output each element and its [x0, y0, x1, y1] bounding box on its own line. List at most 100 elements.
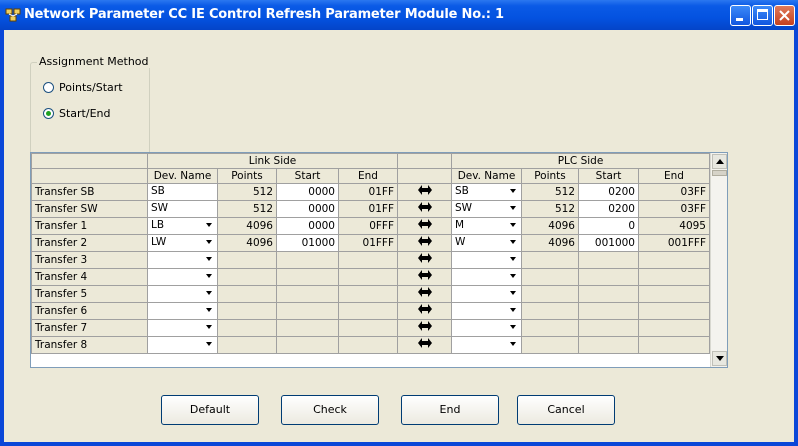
transfer-header	[397, 153, 452, 169]
start-cell[interactable]: 0200	[578, 200, 639, 218]
start-cell[interactable]	[578, 268, 639, 286]
start-cell[interactable]: 001000	[578, 234, 639, 252]
scroll-down-icon[interactable]	[712, 351, 727, 366]
start-cell[interactable]	[276, 285, 339, 303]
dropdown-arrow-icon[interactable]	[202, 287, 216, 299]
points-cell	[217, 251, 277, 269]
transfer-header	[397, 168, 452, 184]
scroll-thumb[interactable]	[712, 170, 727, 176]
start-cell[interactable]: 0	[578, 217, 639, 235]
dropdown-arrow-icon[interactable]	[506, 236, 520, 248]
start-cell[interactable]	[578, 319, 639, 337]
start-cell[interactable]: 0200	[578, 183, 639, 201]
dev-name-cell[interactable]	[147, 336, 218, 354]
start-cell[interactable]	[276, 268, 339, 286]
end-cell[interactable]: 01FF	[338, 200, 398, 218]
end-cell[interactable]: 001FFF	[638, 234, 710, 252]
dev-name-cell[interactable]	[147, 319, 218, 337]
dropdown-arrow-icon[interactable]	[202, 338, 216, 350]
points-cell	[217, 268, 277, 286]
link-side-header: Link Side	[147, 153, 398, 169]
dropdown-arrow-icon[interactable]	[506, 270, 520, 282]
check-button[interactable]: Check	[281, 395, 379, 425]
dropdown-arrow-icon[interactable]	[506, 338, 520, 350]
start-cell[interactable]	[578, 285, 639, 303]
end-cell	[338, 319, 398, 337]
cancel-button[interactable]: Cancel	[517, 395, 615, 425]
end-button[interactable]: End	[401, 395, 499, 425]
radio-points-start[interactable]: Points/Start	[43, 79, 123, 95]
end-cell[interactable]: 0FFF	[338, 217, 398, 235]
vertical-scrollbar[interactable]	[710, 153, 727, 367]
dropdown-arrow-icon[interactable]	[506, 304, 520, 316]
dropdown-arrow-icon[interactable]	[506, 219, 520, 231]
dropdown-arrow-icon[interactable]	[506, 321, 520, 333]
start-cell[interactable]: 0000	[276, 217, 339, 235]
end-cell[interactable]: 01FF	[338, 183, 398, 201]
maximize-icon[interactable]	[752, 5, 773, 26]
minimize-icon[interactable]	[730, 5, 751, 26]
dev-name-value: M	[455, 219, 465, 231]
start-cell[interactable]	[276, 251, 339, 269]
start-cell[interactable]	[578, 336, 639, 354]
radio-button[interactable]	[43, 81, 54, 93]
title-bar[interactable]: Network Parameter CC IE Control Refresh …	[0, 0, 798, 30]
start-cell[interactable]: 01000	[276, 234, 339, 252]
dev-name-cell[interactable]	[451, 302, 522, 320]
dev-name-cell[interactable]	[147, 302, 218, 320]
dev-name-value: SW	[151, 202, 169, 214]
dev-name-cell[interactable]: SB	[147, 183, 218, 201]
dev-name-cell[interactable]	[451, 285, 522, 303]
end-cell[interactable]: 03FF	[638, 200, 710, 218]
dev-name-cell[interactable]: SW	[451, 200, 522, 218]
dev-name-cell[interactable]: W	[451, 234, 522, 252]
dropdown-arrow-icon[interactable]	[506, 287, 520, 299]
end-cell	[638, 336, 710, 354]
dev-name-cell[interactable]: LW	[147, 234, 218, 252]
end-cell[interactable]: 4095	[638, 217, 710, 235]
default-button[interactable]: Default	[161, 395, 259, 425]
end-cell[interactable]: 01FFF	[338, 234, 398, 252]
dev-name-cell[interactable]	[147, 268, 218, 286]
dev-name-cell[interactable]: M	[451, 217, 522, 235]
row-label: Transfer 2	[31, 234, 148, 252]
start-cell[interactable]: 0000	[276, 183, 339, 201]
start-cell[interactable]	[276, 336, 339, 354]
end-cell[interactable]: 03FF	[638, 183, 710, 201]
dev-name-cell[interactable]: LB	[147, 217, 218, 235]
dev-name-value: SW	[455, 202, 473, 214]
end-cell	[338, 336, 398, 354]
dev-name-cell[interactable]	[147, 285, 218, 303]
start-cell[interactable]: 0000	[276, 200, 339, 218]
dropdown-arrow-icon[interactable]	[202, 236, 216, 248]
dropdown-arrow-icon[interactable]	[506, 253, 520, 265]
scroll-up-icon[interactable]	[712, 154, 727, 169]
close-icon[interactable]	[774, 5, 795, 26]
dev-name-cell[interactable]	[147, 251, 218, 269]
col-header-points: Points	[217, 168, 277, 184]
end-cell	[638, 302, 710, 320]
dropdown-arrow-icon[interactable]	[202, 304, 216, 316]
points-cell: 512	[217, 183, 277, 201]
radio-start-end[interactable]: Start/End	[43, 105, 110, 121]
dropdown-arrow-icon[interactable]	[506, 185, 520, 197]
points-cell: 512	[521, 200, 579, 218]
start-cell[interactable]	[578, 251, 639, 269]
dev-name-cell[interactable]	[451, 268, 522, 286]
radio-button[interactable]	[43, 107, 54, 119]
dropdown-arrow-icon[interactable]	[202, 321, 216, 333]
dropdown-arrow-icon[interactable]	[202, 219, 216, 231]
start-cell[interactable]	[276, 319, 339, 337]
dropdown-arrow-icon[interactable]	[202, 270, 216, 282]
col-header-end: End	[338, 168, 398, 184]
row-label: Transfer 5	[31, 285, 148, 303]
start-cell[interactable]	[276, 302, 339, 320]
dev-name-cell[interactable]: SB	[451, 183, 522, 201]
dropdown-arrow-icon[interactable]	[202, 253, 216, 265]
dev-name-cell[interactable]: SW	[147, 200, 218, 218]
dropdown-arrow-icon[interactable]	[506, 202, 520, 214]
start-cell[interactable]	[578, 302, 639, 320]
dev-name-cell[interactable]	[451, 251, 522, 269]
dev-name-cell[interactable]	[451, 319, 522, 337]
dev-name-cell[interactable]	[451, 336, 522, 354]
